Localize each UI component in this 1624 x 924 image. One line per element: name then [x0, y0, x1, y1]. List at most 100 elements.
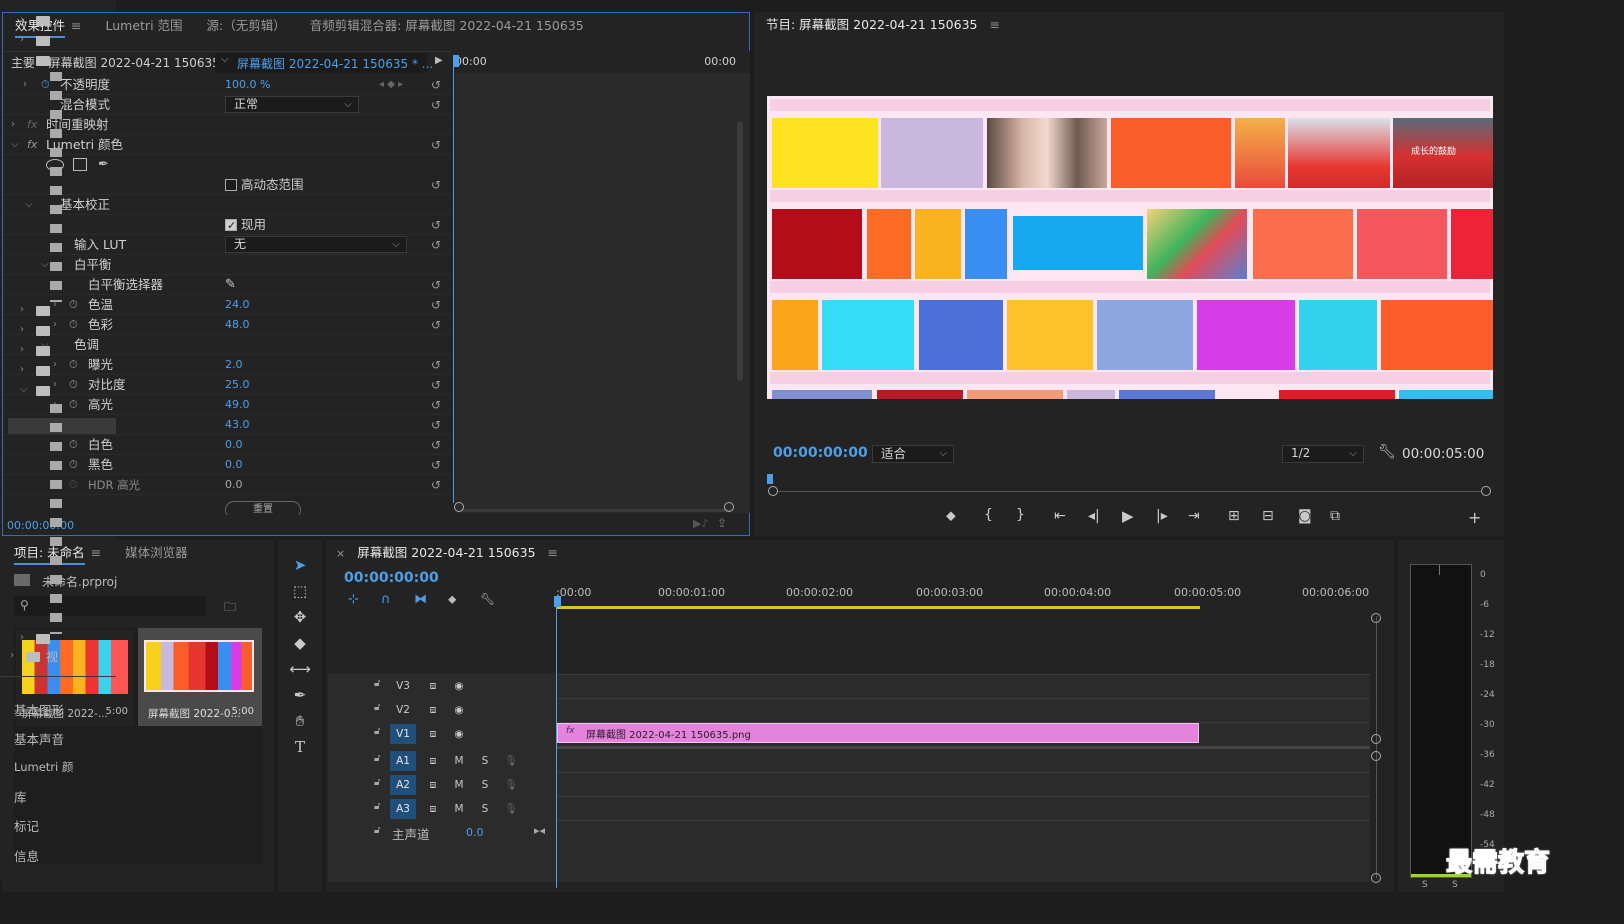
track-target-v2[interactable]: V2	[390, 700, 416, 720]
tab-audio-clip-mixer[interactable]: 音频剪辑混合器: 屏幕截图 2022-04-21 150635	[298, 13, 596, 39]
timeline-ruler[interactable]: :00:00 00:00:01:00 00:00:02:00 00:00:03:…	[556, 582, 1369, 608]
fit-select[interactable]: 适合 ⌵	[872, 445, 954, 463]
chevron-right-icon[interactable]: ›	[20, 14, 24, 25]
reset-icon[interactable]: ↺	[431, 455, 441, 475]
extract-icon[interactable]: ⊟	[1262, 508, 1274, 524]
panel-link-markers[interactable]: 标记	[14, 816, 39, 835]
zoom-handle-left[interactable]	[454, 502, 464, 512]
stopwatch-icon[interactable]: ⏱	[69, 355, 78, 375]
chevron-right-icon[interactable]: ›	[23, 75, 27, 95]
panel-link-essential-graphics[interactable]: 基本图形	[14, 700, 64, 719]
highlights-value[interactable]: 49.0	[225, 395, 250, 415]
reset-button[interactable]: 重置	[225, 501, 301, 515]
project-search-input[interactable]: ⚲	[14, 596, 206, 616]
solo-left-button[interactable]: S	[1422, 880, 1428, 890]
stopwatch-icon[interactable]: ⏱	[69, 295, 78, 315]
add-marker-icon[interactable]: ⬥	[448, 592, 456, 607]
panel-menu-icon[interactable]: ≡	[91, 545, 101, 560]
panel-link-essential-sound[interactable]: 基本声音	[14, 729, 64, 748]
sync-lock-icon[interactable]: ⧈	[420, 799, 446, 819]
mark-in-icon[interactable]: {	[984, 507, 993, 523]
lock-icon[interactable]: 🔓︎	[374, 777, 380, 788]
track-target-a1[interactable]: A1	[390, 751, 416, 771]
track-target-v3[interactable]: V3	[390, 676, 416, 696]
tab-lumetri-scopes[interactable]: Lumetri 范围	[94, 13, 195, 39]
timeline-settings-wrench-icon[interactable]: 🔧︎	[480, 592, 495, 606]
stopwatch-icon[interactable]: ⏱	[69, 315, 78, 335]
microphone-icon[interactable]: 🎙︎	[498, 775, 524, 795]
blend-mode-select[interactable]: 正常 ⌵	[225, 96, 359, 113]
linked-selection-icon[interactable]: ⧓	[414, 592, 427, 607]
panel-link-lumetri-color[interactable]: Lumetri 颜	[14, 759, 73, 775]
reset-icon[interactable]: ↺	[431, 95, 441, 115]
stopwatch-icon[interactable]: ⏱	[69, 435, 78, 455]
clip-selector[interactable]: ⌵ 屏幕截图 2022-04-21 150635 * ...	[215, 53, 433, 73]
reset-icon[interactable]: ↺	[431, 175, 441, 195]
chevron-right-icon[interactable]: ›	[20, 632, 24, 643]
eye-icon[interactable]: ◉	[446, 700, 472, 720]
tab-media-browser[interactable]: 媒体浏览器	[113, 540, 200, 566]
sync-lock-icon[interactable]: ⧈	[420, 751, 446, 771]
chevron-right-icon[interactable]: ›	[11, 115, 15, 135]
chevron-right-icon[interactable]: ›	[53, 375, 57, 395]
keyframe-nav-icon[interactable]: ◂ ◆ ▸	[379, 75, 403, 95]
snap-icon[interactable]: ∩	[381, 592, 391, 607]
reset-icon[interactable]: ↺	[431, 135, 441, 155]
lock-icon[interactable]: 🔓︎	[374, 825, 380, 836]
shadows-value[interactable]: 43.0	[225, 415, 250, 435]
tint-value[interactable]: 48.0	[225, 315, 250, 335]
mute-button[interactable]: M	[446, 775, 472, 795]
reset-icon[interactable]: ↺	[431, 275, 441, 295]
chevron-right-icon[interactable]: ›	[20, 304, 24, 315]
chevron-right-icon[interactable]: ›	[20, 364, 24, 375]
zoom-handle-right[interactable]	[724, 502, 734, 512]
reset-icon[interactable]: ↺	[431, 235, 441, 255]
ripple-edit-tool-icon[interactable]: ✥	[288, 608, 312, 630]
sync-lock-icon[interactable]: ⧈	[420, 775, 446, 795]
go-to-out-icon[interactable]: ⇥	[1188, 508, 1200, 524]
track-target-v1[interactable]: V1	[390, 724, 416, 744]
lock-icon[interactable]: 🔓︎	[374, 726, 380, 737]
chevron-down-icon[interactable]: ⌵	[25, 195, 33, 215]
panel-menu-icon[interactable]: ≡	[548, 545, 558, 560]
reset-icon[interactable]: ↺	[431, 315, 441, 335]
solo-right-button[interactable]: S	[1452, 880, 1458, 890]
vertical-zoom-track[interactable]	[1376, 616, 1377, 878]
program-playhead[interactable]	[767, 474, 773, 484]
microphone-icon[interactable]: 🎙︎	[498, 751, 524, 771]
chevron-right-icon[interactable]: ›	[20, 324, 24, 335]
work-area-bar[interactable]	[556, 606, 1200, 609]
eyedropper-icon[interactable]: ✎	[225, 275, 236, 295]
solo-button[interactable]: S	[472, 775, 498, 795]
reset-icon[interactable]: ↺	[431, 435, 441, 455]
chevron-right-icon[interactable]: ›	[20, 344, 24, 355]
eye-icon[interactable]: ◉	[446, 676, 472, 696]
lock-icon[interactable]: 🔓︎	[374, 801, 380, 812]
filter-icon[interactable]: ▶♪	[693, 517, 708, 530]
timeline-clip-v1[interactable]: fx 屏幕截图 2022-04-21 150635.png	[557, 723, 1199, 743]
program-timecode[interactable]: 00:00:00:00	[773, 445, 868, 461]
stopwatch-icon[interactable]: ⏱	[69, 455, 78, 475]
close-icon[interactable]: ×	[336, 547, 345, 560]
input-lut-select[interactable]: 无 ⌵	[225, 236, 407, 253]
pen-mask-icon[interactable]: ✒	[98, 155, 109, 175]
play-icon[interactable]: ▶	[1122, 507, 1134, 525]
chevron-right-icon[interactable]: ›	[20, 34, 24, 45]
play-triangle-icon[interactable]: ▶	[435, 55, 443, 66]
solo-button[interactable]: S	[472, 751, 498, 771]
rectangle-mask-icon[interactable]	[73, 158, 87, 171]
mark-out-icon[interactable]: }	[1016, 507, 1025, 523]
lift-icon[interactable]: ⊞	[1228, 508, 1240, 524]
reset-icon[interactable]: ↺	[431, 295, 441, 315]
compare-icon[interactable]: ⧉	[1330, 508, 1340, 524]
tab-program[interactable]: 节目: 屏幕截图 2022-04-21 150635 ≡	[754, 12, 1012, 38]
opacity-value[interactable]: 100.0 %	[225, 75, 270, 95]
program-scrubber[interactable]	[773, 491, 1486, 492]
panel-link-libraries[interactable]: 库	[14, 787, 27, 806]
tab-source[interactable]: 源:（无剪辑）	[195, 13, 298, 39]
step-back-icon[interactable]: ◂|	[1088, 508, 1100, 524]
effect-controls-timecode[interactable]: 00:00:00:00	[7, 519, 74, 532]
stopwatch-icon[interactable]: ⏱	[69, 375, 78, 395]
sync-lock-icon[interactable]: ⧈	[420, 676, 446, 696]
reset-icon[interactable]: ↺	[431, 75, 441, 95]
